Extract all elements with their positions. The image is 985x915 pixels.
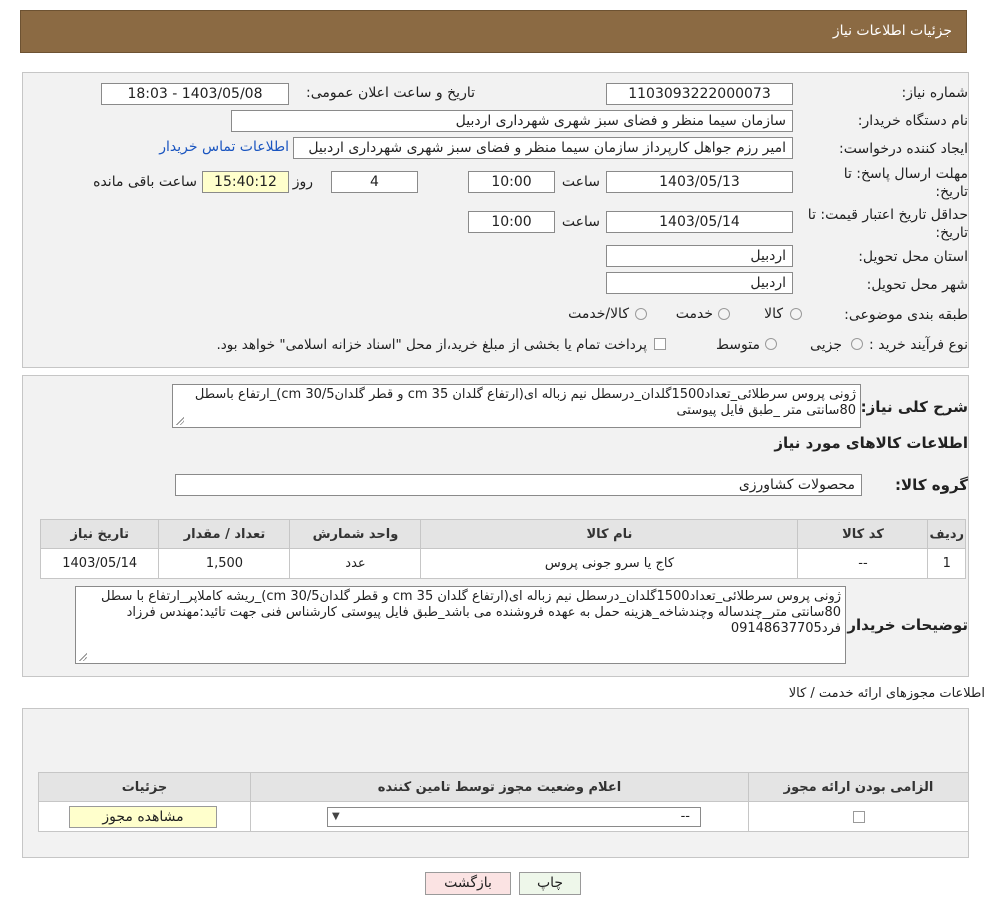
buyer-notes-label: توضیحات خریدار: [841,616,968,634]
buyer-org-field: سازمان سیما منظر و فضای سبز شهری شهرداری… [231,110,793,132]
permit-status-select[interactable]: -- ▼ [327,807,701,827]
cell-qty: 1,500 [158,548,291,579]
page-header: جزئیات اطلاعات نیاز [20,10,967,53]
col-qty: تعداد / مقدار [158,519,291,549]
goods-group-field: محصولات کشاورزی [175,474,862,496]
permit-required-checkbox[interactable] [852,810,865,823]
validity-time-field: 10:00 [468,211,555,233]
cell-code: -- [797,548,929,579]
days-remaining-field: 4 [331,171,418,193]
province-field: اردبیل [606,245,793,267]
col-required: الزامی بودن ارائه مجوز [748,772,969,802]
permit-status-value: -- [680,809,690,824]
summary-label: شرح کلی نیاز: [860,398,968,416]
category-option-goods: کالا [764,306,783,322]
col-code: کد کالا [797,519,929,549]
col-name: نام کالا [420,519,799,549]
process-option-medium: متوسط [716,337,760,353]
validity-date-field: 1403/05/14 [606,211,793,233]
creator-label: ایجاد کننده درخواست: [839,141,968,157]
col-status: اعلام وضعیت مجوز توسط تامین کننده [250,772,749,802]
goods-table: ردیف کد کالا نام کالا واحد شمارش تعداد /… [39,519,966,579]
buyer-notes-text: ژونی پروس سرطلائی_تعداد1500گلدان_درسطل ن… [100,589,841,636]
province-label: استان محل تحویل: [858,249,968,265]
city-field: اردبیل [606,272,793,294]
cell-date: 1403/05/14 [39,548,160,579]
col-date: تاریخ نیاز [39,519,160,549]
col-row: ردیف [927,519,966,549]
col-unit: واحد شمارش [289,519,422,549]
need-number-label: شماره نیاز: [901,85,969,101]
goods-group-label: گروه کالا: [895,476,968,494]
category-option-service: خدمت [675,306,713,322]
announce-label: تاریخ و ساعت اعلان عمومی: [306,85,475,101]
deadline-date-field: 1403/05/13 [606,171,793,193]
view-permit-button[interactable]: مشاهده مجوز [69,806,217,828]
chevron-down-icon: ▼ [332,811,340,822]
validity-time-label: ساعت [561,214,600,230]
treasury-checkbox[interactable] [654,338,666,350]
cell-unit: عدد [289,548,422,579]
remaining-time-field: 15:40:12 [202,171,289,193]
col-details: جزئیات [38,772,251,802]
process-radio-medium[interactable] [765,338,777,350]
creator-field: امیر رزم جواهل کارپرداز سازمان سیما منظر… [293,137,793,159]
category-radio-goods[interactable] [790,308,802,320]
buyer-org-label: نام دستگاه خریدار: [857,113,968,129]
city-label: شهر محل تحویل: [866,277,968,293]
category-radio-goods-service[interactable] [635,308,647,320]
process-note: پرداخت تمام یا بخشی از مبلغ خرید،از محل … [216,337,647,353]
deadline-label-1: مهلت ارسال پاسخ: تا [843,166,968,182]
cell-required [748,801,969,832]
buyer-notes-textarea: ژونی پروس سرطلائی_تعداد1500گلدان_درسطل ن… [75,586,846,664]
validity-label-2: تاریخ: [935,225,968,241]
page-title: جزئیات اطلاعات نیاز [832,23,952,39]
cell-row: 1 [927,548,966,579]
buyer-contact-link[interactable]: اطلاعات تماس خریدار [159,139,289,155]
deadline-time-field: 10:00 [468,171,555,193]
category-option-goods-service: کالا/خدمت [568,306,629,322]
category-label: طبقه بندی موضوعی: [844,307,968,323]
permits-table-header: الزامی بودن ارائه مجوز اعلام وضعیت مجوز … [38,772,969,802]
category-radio-service[interactable] [718,308,730,320]
resize-grip-icon[interactable] [78,652,87,661]
summary-text: ژونی پروس سرطلائی_تعداد1500گلدان_درسطل ن… [194,387,856,418]
deadline-time-label: ساعت [561,174,600,190]
summary-textarea: ژونی پروس سرطلائی_تعداد1500گلدان_درسطل ن… [172,384,861,428]
process-option-minor: جزیی [810,337,842,353]
process-label: نوع فرآیند خرید : [869,337,968,353]
back-button[interactable]: بازگشت [425,872,511,895]
remaining-time-label: ساعت باقی مانده [93,174,197,190]
need-number-field: 1103093222000073 [606,83,793,105]
process-radio-minor[interactable] [851,338,863,350]
print-button[interactable]: چاپ [519,872,581,895]
resize-grip-icon[interactable] [175,416,184,425]
goods-table-header: ردیف کد کالا نام کالا واحد شمارش تعداد /… [39,519,966,549]
permits-title: اطلاعات مجوزهای ارائه خدمت / کالا [788,686,985,701]
goods-section-title: اطلاعات کالاهای مورد نیاز [774,434,968,452]
table-row: 1 -- کاج یا سرو جونی پروس عدد 1,500 1403… [39,548,966,579]
deadline-label-2: تاریخ: [935,184,968,200]
validity-label-1: حداقل تاریخ اعتبار قیمت: تا [807,207,968,223]
announce-field: 1403/05/08 - 18:03 [101,83,289,105]
cell-name: کاج یا سرو جونی پروس [420,548,799,579]
